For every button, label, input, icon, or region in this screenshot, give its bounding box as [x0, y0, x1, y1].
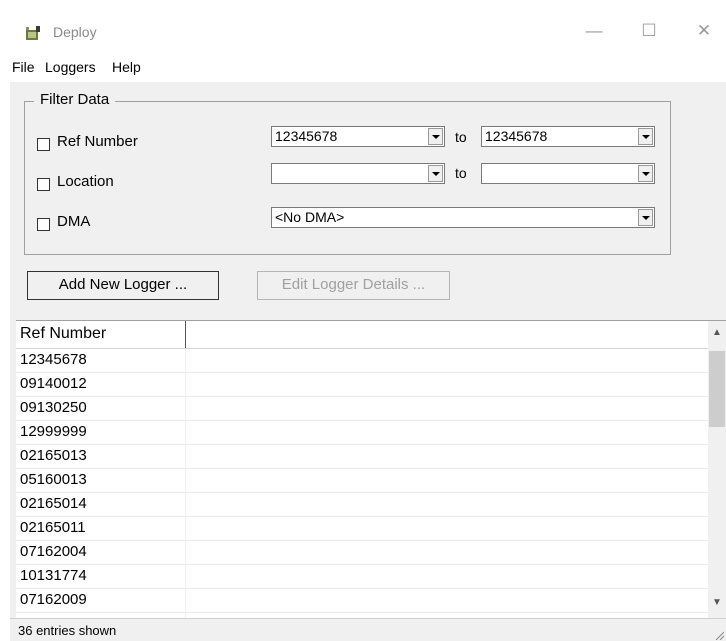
ref-number-label: Ref Number [57, 133, 138, 150]
ref-number-cell: 02165011 [20, 519, 86, 536]
list-item[interactable]: 07162009 [16, 589, 708, 613]
ref-number-cell: 02165014 [20, 495, 87, 512]
list-item[interactable]: 02165011 [16, 517, 708, 541]
ref-number-cell: 12999999 [20, 423, 87, 440]
ref-number-cell: 07162004 [20, 543, 87, 560]
ref-number-cell: 09130250 [20, 399, 87, 416]
list-item[interactable]: 12999999 [16, 421, 708, 445]
ref-number-cell: 02165013 [20, 447, 87, 464]
chevron-down-icon[interactable] [638, 128, 653, 145]
app-window: Deploy — ☐ ✕ File Loggers Help Filter Da… [10, 10, 726, 641]
menu-help[interactable]: Help [112, 59, 141, 75]
chevron-down-icon[interactable] [638, 165, 653, 182]
title-bar: Deploy — ☐ ✕ [10, 10, 726, 50]
menu-file[interactable]: File [12, 59, 35, 75]
maximize-button[interactable]: ☐ [635, 20, 663, 42]
list-item[interactable]: 07162004 [16, 541, 708, 565]
list-item[interactable]: 05160013 [16, 469, 708, 493]
chevron-up-icon[interactable]: ▲ [708, 327, 726, 338]
list-item[interactable]: 09130250 [16, 397, 708, 421]
list-rows: 12345678 09140012 09130250 12999999 0216… [16, 349, 708, 619]
close-button[interactable]: ✕ [690, 20, 718, 42]
menu-loggers[interactable]: Loggers [45, 59, 96, 75]
column-divider[interactable] [185, 321, 186, 348]
app-icon [26, 26, 40, 40]
dma-value: <No DMA> [275, 209, 345, 225]
scrollbar-thumb[interactable] [709, 351, 725, 427]
add-new-logger-button[interactable]: Add New Logger ... [27, 271, 219, 300]
ref-number-from-select[interactable]: 12345678 [271, 126, 445, 147]
ref-number-cell: 12345678 [20, 351, 87, 368]
ref-number-cell: 07162009 [20, 591, 87, 608]
ref-number-to-value: 12345678 [485, 128, 548, 144]
list-header: Ref Number [16, 321, 708, 349]
menu-bar: File Loggers Help [10, 50, 726, 83]
location-checkbox[interactable] [37, 178, 50, 191]
chevron-down-icon[interactable] [428, 128, 443, 145]
resize-grip-icon[interactable] [714, 630, 724, 640]
window-title: Deploy [53, 24, 97, 40]
chevron-down-icon[interactable]: ▼ [708, 597, 726, 608]
location-to-label: to [455, 165, 467, 181]
vertical-scrollbar[interactable]: ▲ ▼ [708, 321, 726, 619]
chevron-down-icon[interactable] [428, 165, 443, 182]
dma-label: DMA [57, 213, 91, 230]
location-label: Location [57, 173, 114, 190]
chevron-down-icon[interactable] [638, 209, 653, 226]
column-header-ref-number[interactable]: Ref Number [20, 325, 106, 343]
list-item[interactable]: 10131774 [16, 565, 708, 589]
filter-data-title: Filter Data [34, 91, 116, 108]
ref-number-cell: 09140012 [20, 375, 87, 392]
ref-number-to-label: to [455, 129, 467, 145]
status-bar: 36 entries shown [10, 618, 726, 641]
ref-number-cell: 05160013 [20, 471, 87, 488]
dma-select[interactable]: <No DMA> [271, 207, 655, 228]
dma-checkbox[interactable] [37, 218, 50, 231]
ref-number-checkbox[interactable] [37, 138, 50, 151]
list-item[interactable]: 12345678 [16, 349, 708, 373]
logger-list[interactable]: Ref Number 12345678 09140012 09130250 12… [16, 320, 726, 619]
edit-logger-details-button[interactable]: Edit Logger Details ... [257, 271, 450, 300]
minimize-button[interactable]: — [580, 20, 608, 42]
ref-number-to-select[interactable]: 12345678 [481, 126, 655, 147]
list-item[interactable]: 02165014 [16, 493, 708, 517]
status-text: 36 entries shown [18, 623, 117, 638]
list-item[interactable]: 09140012 [16, 373, 708, 397]
ref-number-from-value: 12345678 [275, 128, 338, 144]
location-from-select[interactable] [271, 163, 445, 184]
ref-number-cell: 10131774 [20, 567, 87, 584]
list-item[interactable]: 02165013 [16, 445, 708, 469]
location-to-select[interactable] [481, 163, 655, 184]
